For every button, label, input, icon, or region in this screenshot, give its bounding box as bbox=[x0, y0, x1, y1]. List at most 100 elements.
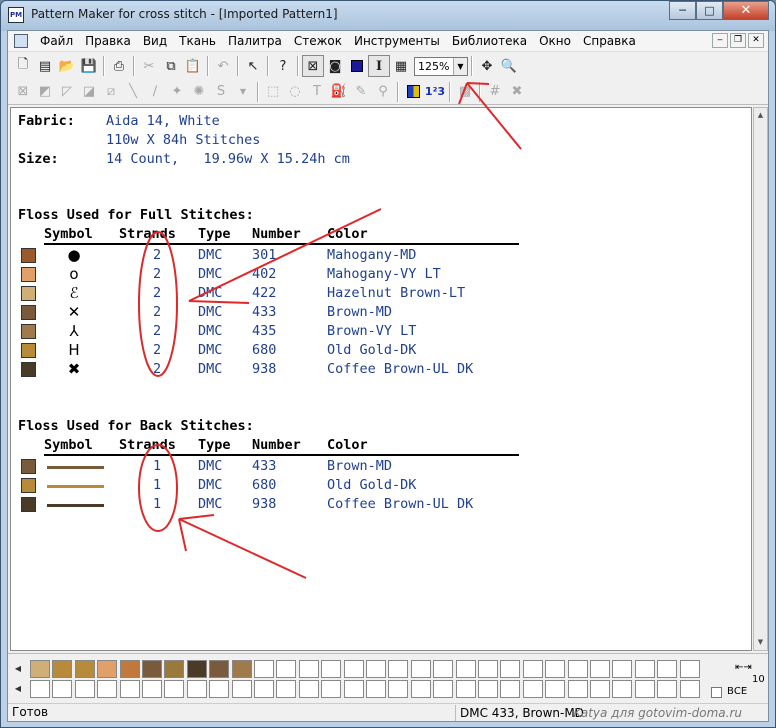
palette-cell[interactable] bbox=[209, 680, 230, 698]
palette-cell[interactable] bbox=[679, 680, 700, 698]
palette-cell[interactable] bbox=[433, 660, 454, 678]
palette-cell[interactable] bbox=[590, 680, 610, 698]
mdi-close-button[interactable]: ✕ bbox=[748, 33, 764, 48]
palette-cell[interactable] bbox=[276, 680, 297, 698]
palette-cell[interactable] bbox=[343, 660, 364, 678]
open-folder-icon[interactable]: 📂 bbox=[56, 55, 78, 77]
mdi-restore-button[interactable]: ❐ bbox=[730, 33, 746, 48]
menu-edit[interactable]: Правка bbox=[79, 31, 137, 52]
palette-cell[interactable] bbox=[231, 660, 252, 678]
palette-cell[interactable] bbox=[634, 660, 655, 678]
palette-cell[interactable] bbox=[30, 680, 50, 698]
zoom-select[interactable]: 125% ▼ bbox=[414, 56, 468, 76]
half-stitch-icon[interactable]: ◩ bbox=[34, 81, 56, 103]
menu-palette[interactable]: Палитра bbox=[222, 31, 288, 52]
grid-pattern-icon[interactable]: ▩ bbox=[454, 81, 476, 103]
palette-cell[interactable] bbox=[254, 660, 274, 678]
palette-cell[interactable] bbox=[545, 660, 566, 678]
palette-cell[interactable] bbox=[478, 660, 498, 678]
palette-cell[interactable] bbox=[97, 680, 118, 698]
view-color-symbols-icon[interactable]: ◙ bbox=[324, 55, 346, 77]
select-lasso-icon[interactable]: ◌ bbox=[284, 81, 306, 103]
palette-cell[interactable] bbox=[500, 680, 521, 698]
palette-cell[interactable] bbox=[186, 680, 207, 698]
palette-cell[interactable] bbox=[388, 680, 409, 698]
palette-cell[interactable] bbox=[455, 680, 476, 698]
palette-cell[interactable] bbox=[52, 660, 73, 678]
palette-cell[interactable] bbox=[164, 680, 185, 698]
color-palette-icon[interactable] bbox=[402, 81, 424, 103]
text-icon[interactable]: T bbox=[306, 81, 328, 103]
close-button[interactable]: ✕ bbox=[723, 1, 769, 20]
delete-icon[interactable]: ✖ bbox=[506, 81, 528, 103]
palette-cell[interactable] bbox=[545, 680, 566, 698]
undo-icon[interactable]: ↶ bbox=[212, 55, 234, 77]
quarter-stitch-icon[interactable]: ◸ bbox=[56, 81, 78, 103]
vertical-scrollbar[interactable]: ▲ ▼ bbox=[753, 107, 768, 651]
view-floss-info-icon[interactable]: I bbox=[368, 55, 390, 77]
palette-cell[interactable] bbox=[522, 660, 543, 678]
palette-cell[interactable] bbox=[321, 660, 342, 678]
palette-cell[interactable] bbox=[433, 680, 454, 698]
palette-left-icon[interactable]: ◀ bbox=[11, 660, 25, 678]
palette-cell[interactable] bbox=[634, 680, 655, 698]
palette-left-icon[interactable]: ◀ bbox=[11, 680, 25, 698]
petite-stitch-icon[interactable]: ⧄ bbox=[100, 81, 122, 103]
grid-icon[interactable]: # bbox=[484, 81, 506, 103]
palette-cell[interactable] bbox=[612, 680, 633, 698]
menu-tools[interactable]: Инструменты bbox=[348, 31, 446, 52]
palette-arrows-icon[interactable]: ⇤⇥ bbox=[735, 662, 752, 673]
full-stitch-icon[interactable]: ⊠ bbox=[12, 81, 34, 103]
palette-cell[interactable] bbox=[74, 660, 95, 678]
palette-cell[interactable] bbox=[97, 660, 118, 678]
view-color-blocks-icon[interactable] bbox=[346, 55, 368, 77]
menu-fabric[interactable]: Ткань bbox=[173, 31, 222, 52]
palette-cell[interactable] bbox=[119, 680, 140, 698]
palette-cell[interactable] bbox=[455, 660, 476, 678]
chevron-down-icon[interactable]: ▼ bbox=[232, 81, 254, 103]
palette-cell[interactable] bbox=[321, 680, 342, 698]
palette-cell[interactable] bbox=[567, 680, 588, 698]
palette-cell[interactable] bbox=[478, 680, 498, 698]
backstitch-icon[interactable]: ╲ bbox=[122, 81, 144, 103]
fit-page-icon[interactable]: ✥ bbox=[476, 55, 498, 77]
palette-cell[interactable] bbox=[410, 660, 431, 678]
menu-view[interactable]: Вид bbox=[137, 31, 173, 52]
bead-icon[interactable]: ✦ bbox=[166, 81, 188, 103]
mdi-minimize-button[interactable]: ‒ bbox=[712, 33, 728, 48]
document-icon[interactable] bbox=[14, 34, 28, 48]
palette-cell[interactable] bbox=[142, 660, 162, 678]
menu-stitch[interactable]: Стежок bbox=[288, 31, 348, 52]
palette-cell[interactable] bbox=[74, 680, 95, 698]
three-quarter-stitch-icon[interactable]: ◪ bbox=[78, 81, 100, 103]
new-file-icon[interactable]: 🗋 bbox=[12, 55, 34, 77]
palette-cell[interactable] bbox=[298, 660, 319, 678]
menu-file[interactable]: Файл bbox=[34, 31, 79, 52]
zoom-icon[interactable]: ⚲ bbox=[372, 81, 394, 103]
palette-cell[interactable] bbox=[567, 660, 588, 678]
palette-cell[interactable] bbox=[276, 660, 297, 678]
paste-icon[interactable]: 📋 bbox=[182, 55, 204, 77]
palette-cell[interactable] bbox=[657, 680, 678, 698]
save-icon[interactable]: 💾 bbox=[78, 55, 100, 77]
palette-cell[interactable] bbox=[254, 680, 274, 698]
palette-cell[interactable] bbox=[209, 660, 230, 678]
palette-cell[interactable] bbox=[298, 680, 319, 698]
menu-window[interactable]: Окно bbox=[533, 31, 577, 52]
cut-icon[interactable]: ✂ bbox=[138, 55, 160, 77]
print-icon[interactable]: ⎙ bbox=[108, 55, 130, 77]
palette-cell[interactable] bbox=[52, 680, 73, 698]
palette-cell[interactable] bbox=[142, 680, 162, 698]
palette-cell[interactable] bbox=[164, 660, 185, 678]
maximize-button[interactable]: □ bbox=[696, 1, 723, 20]
zoom-area-icon[interactable]: 🔍 bbox=[498, 55, 520, 77]
palette-cell[interactable] bbox=[590, 660, 610, 678]
palette-cell[interactable] bbox=[343, 680, 364, 698]
help-icon[interactable]: ? bbox=[272, 55, 294, 77]
menu-help[interactable]: Справка bbox=[577, 31, 642, 52]
palette-cell[interactable] bbox=[388, 660, 409, 678]
copy-icon[interactable]: ⧉ bbox=[160, 55, 182, 77]
palette-cell[interactable] bbox=[410, 680, 431, 698]
minimize-button[interactable]: ─ bbox=[669, 1, 696, 20]
palette-cell[interactable] bbox=[119, 660, 140, 678]
